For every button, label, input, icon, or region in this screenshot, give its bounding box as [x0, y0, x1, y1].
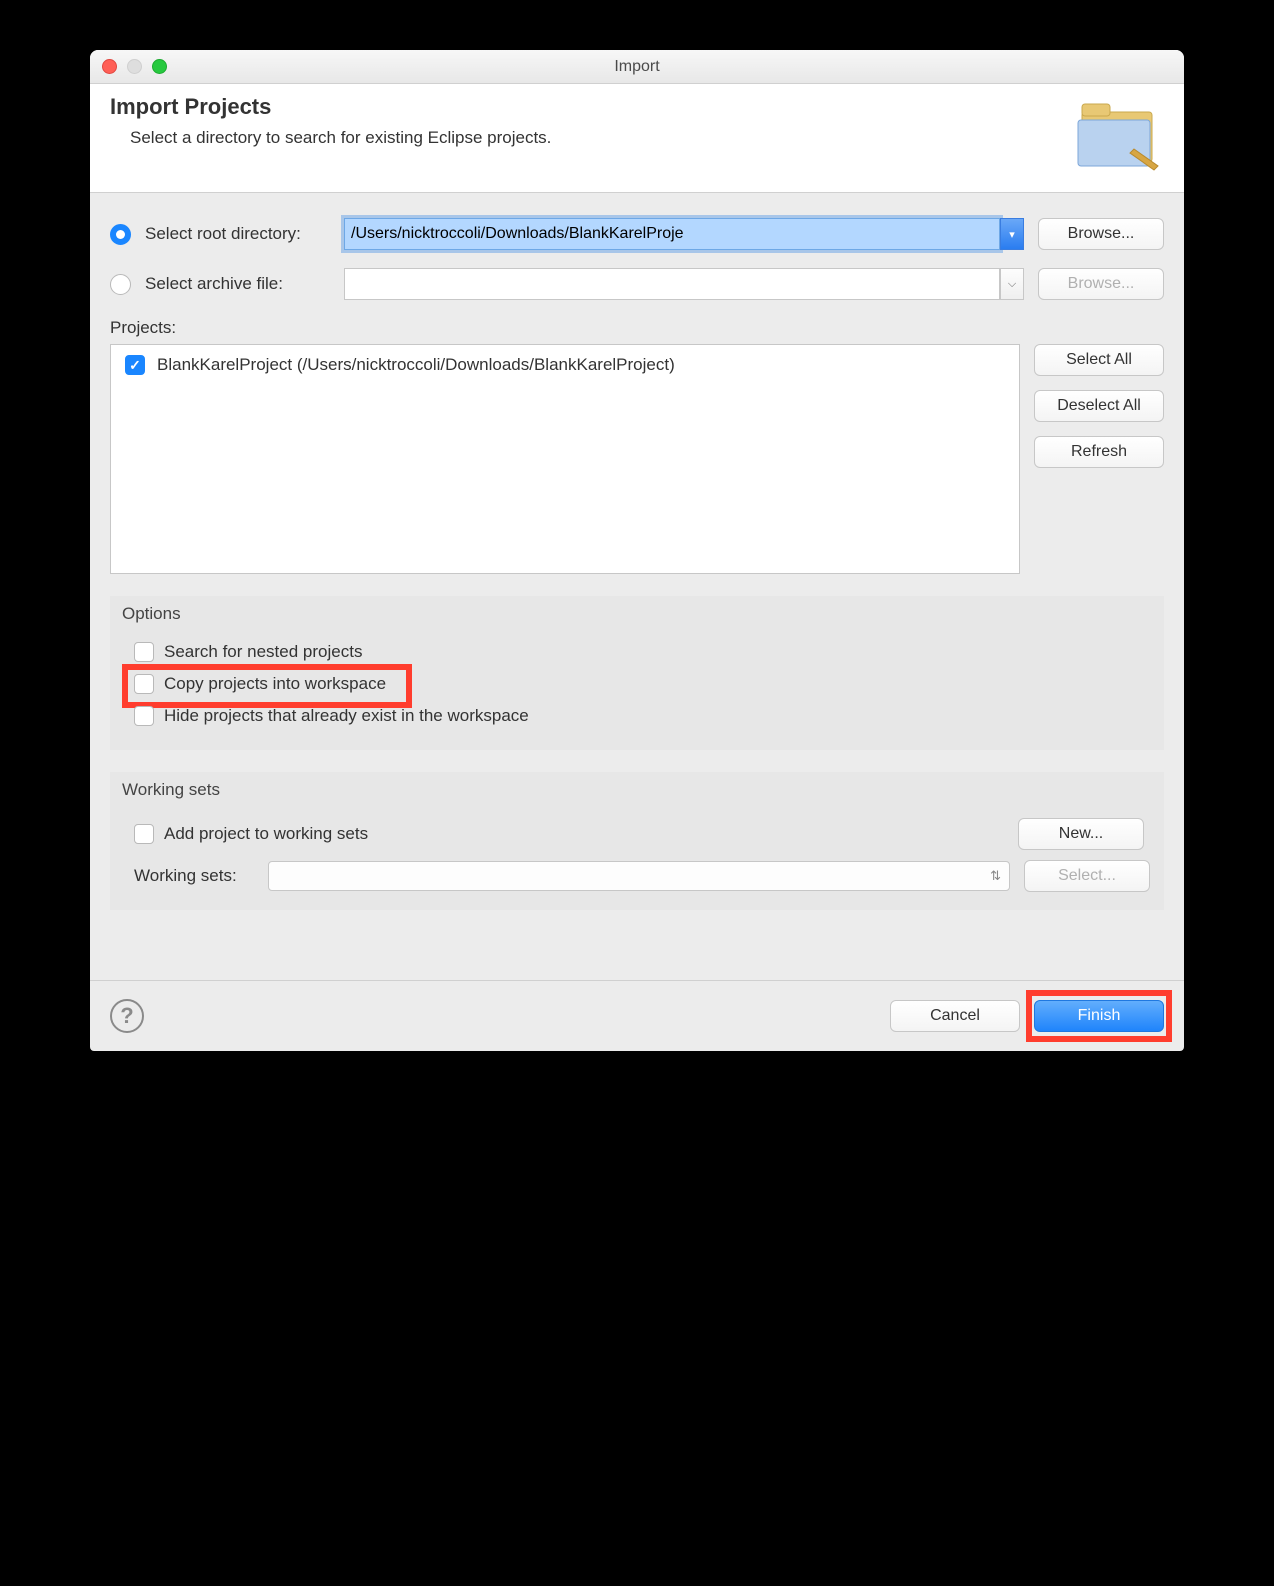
search-nested-checkbox[interactable]: [134, 642, 154, 662]
browse-root-button[interactable]: Browse...: [1038, 218, 1164, 250]
cancel-button[interactable]: Cancel: [890, 1000, 1020, 1032]
hide-existing-row: Hide projects that already exist in the …: [124, 700, 1150, 732]
projects-list[interactable]: BlankKarelProject (/Users/nicktroccoli/D…: [110, 344, 1020, 574]
archive-file-input-group: ⌵: [344, 268, 1024, 300]
archive-file-radio[interactable]: [110, 274, 131, 295]
copy-workspace-label: Copy projects into workspace: [164, 674, 386, 694]
project-checkbox[interactable]: [125, 355, 145, 375]
project-item-label: BlankKarelProject (/Users/nicktroccoli/D…: [157, 355, 675, 375]
options-group: Options Search for nested projects Copy …: [110, 596, 1164, 750]
archive-file-row: Select archive file: ⌵ Browse...: [110, 268, 1164, 300]
browse-archive-button: Browse...: [1038, 268, 1164, 300]
root-directory-radio[interactable]: [110, 224, 131, 245]
dialog-footer: ? Cancel Finish: [90, 980, 1184, 1051]
dialog-subtitle: Select a directory to search for existin…: [110, 128, 1054, 148]
hide-existing-checkbox[interactable]: [134, 706, 154, 726]
refresh-button[interactable]: Refresh: [1034, 436, 1164, 468]
list-item[interactable]: BlankKarelProject (/Users/nicktroccoli/D…: [117, 351, 1013, 379]
help-icon[interactable]: ?: [110, 999, 144, 1033]
add-working-set-label: Add project to working sets: [164, 824, 368, 844]
working-sets-combo[interactable]: ⇅: [268, 861, 1010, 891]
titlebar: Import: [90, 50, 1184, 84]
copy-workspace-checkbox[interactable]: [134, 674, 154, 694]
search-nested-row: Search for nested projects: [124, 636, 1150, 668]
finish-button[interactable]: Finish: [1034, 1000, 1164, 1032]
archive-file-dropdown-icon[interactable]: ⌵: [1000, 268, 1024, 300]
working-sets-select-row: Working sets: ⇅ Select...: [124, 860, 1150, 892]
dialog-heading: Import Projects: [110, 94, 1054, 120]
updown-icon: ⇅: [990, 868, 1001, 884]
options-group-title: Options: [122, 604, 1150, 624]
dialog-header: Import Projects Select a directory to se…: [90, 84, 1184, 193]
root-directory-row: Select root directory: ▾ Browse...: [110, 218, 1164, 250]
archive-file-input[interactable]: [344, 268, 1000, 300]
root-directory-input[interactable]: [344, 218, 1000, 250]
add-working-set-checkbox[interactable]: [134, 824, 154, 844]
root-directory-label: Select root directory:: [145, 224, 330, 244]
archive-file-label: Select archive file:: [145, 274, 330, 294]
working-sets-combo-label: Working sets:: [134, 866, 254, 886]
select-working-set-button: Select...: [1024, 860, 1150, 892]
import-dialog: Import Import Projects Select a director…: [90, 50, 1184, 1051]
working-sets-group: Working sets Add project to working sets…: [110, 772, 1164, 910]
search-nested-label: Search for nested projects: [164, 642, 362, 662]
new-working-set-button[interactable]: New...: [1018, 818, 1144, 850]
deselect-all-button[interactable]: Deselect All: [1034, 390, 1164, 422]
root-directory-input-group: ▾: [344, 218, 1024, 250]
projects-area: BlankKarelProject (/Users/nicktroccoli/D…: [110, 344, 1164, 574]
projects-label: Projects:: [110, 318, 1164, 338]
working-sets-title: Working sets: [122, 780, 1150, 800]
dialog-content: Select root directory: ▾ Browse... Selec…: [90, 193, 1184, 980]
hide-existing-label: Hide projects that already exist in the …: [164, 706, 529, 726]
add-working-set-row: Add project to working sets New...: [124, 812, 1150, 856]
projects-button-column: Select All Deselect All Refresh: [1034, 344, 1164, 574]
select-all-button[interactable]: Select All: [1034, 344, 1164, 376]
import-folder-icon: [1074, 94, 1164, 174]
root-directory-dropdown-icon[interactable]: ▾: [1000, 218, 1024, 250]
copy-workspace-row: Copy projects into workspace: [124, 668, 1150, 700]
window-title: Import: [90, 58, 1184, 76]
